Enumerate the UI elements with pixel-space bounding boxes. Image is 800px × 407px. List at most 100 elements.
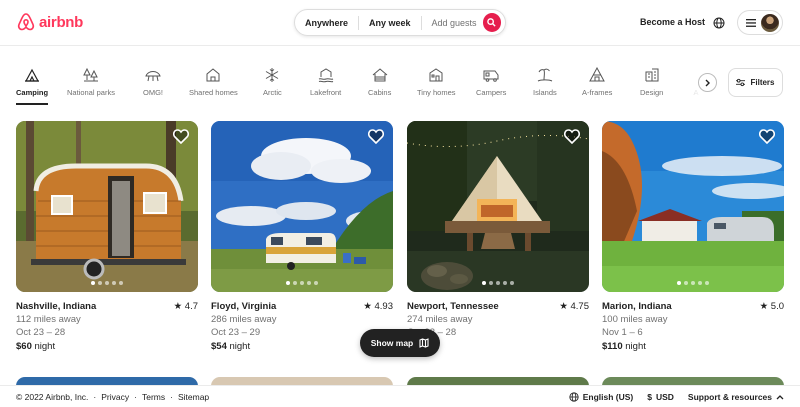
sitemap-link[interactable]: Sitemap (178, 392, 209, 402)
copyright: © 2022 Airbnb, Inc. (16, 392, 89, 402)
show-map-button[interactable]: Show map (360, 329, 440, 357)
listing-card[interactable]: Marion, Indiana ★ 5.0 100 miles away Nov… (602, 121, 784, 353)
filters-icon (736, 78, 746, 87)
listing-photo[interactable] (602, 121, 784, 292)
listing-distance: 100 miles away (602, 314, 668, 325)
star-icon: ★ (173, 301, 183, 312)
become-host-link[interactable]: Become a Host (640, 17, 705, 27)
chevron-right-icon (705, 79, 710, 86)
category-label: OMG! (143, 88, 163, 97)
category-bar: Camping National parks OMG! Shared homes… (0, 47, 800, 109)
listing-location: Marion, Indiana (602, 301, 672, 312)
camper-icon (483, 70, 499, 82)
cabin-icon (372, 68, 387, 82)
photo-dots (91, 281, 123, 285)
listing-photo[interactable] (407, 121, 589, 292)
listing-rating: ★ 4.93 (363, 301, 393, 312)
category-next-button[interactable] (698, 73, 717, 92)
filters-label: Filters (750, 78, 775, 87)
support-label: Support & resources (687, 392, 772, 402)
listing-dates: Nov 1 – 6 (602, 327, 643, 338)
footer-separator: · (134, 392, 137, 402)
snowflake-icon (266, 68, 279, 82)
globe-icon (569, 392, 579, 402)
privacy-link[interactable]: Privacy (101, 392, 129, 402)
wishlist-heart-icon[interactable] (367, 129, 385, 149)
photo-dots (482, 281, 514, 285)
category-national-parks[interactable]: National parks (67, 67, 115, 97)
category-label: Design (640, 88, 664, 97)
listing-photo[interactable] (211, 121, 393, 292)
category-label: A-frames (582, 88, 613, 97)
listing-card[interactable]: Floyd, Virginia ★ 4.93 286 miles away Oc… (211, 121, 393, 353)
terms-link[interactable]: Terms (142, 392, 165, 402)
search-where[interactable]: Anywhere (295, 18, 358, 28)
listing-dates: Oct 23 – 28 (16, 327, 66, 338)
category-cabins[interactable]: Cabins (368, 67, 391, 97)
category-arctic[interactable]: Arctic (263, 67, 282, 97)
listing-rating: ★ 4.75 (559, 301, 589, 312)
search-guests[interactable]: Add guests (421, 18, 482, 28)
support-button[interactable]: Support & resources (688, 392, 784, 402)
lakefront-icon (318, 68, 333, 83)
listing-distance: 274 miles away (407, 314, 473, 325)
photo-dots (677, 281, 709, 285)
logo-text: airbnb (39, 13, 84, 31)
listing-location: Nashville, Indiana (16, 301, 97, 312)
category-tiny-homes[interactable]: Tiny homes (417, 67, 456, 97)
photo-dots (286, 281, 318, 285)
listing-card[interactable]: Nashville, Indiana ★ 4.7 112 miles away … (16, 121, 198, 353)
category-a-frames[interactable]: A-frames (582, 67, 612, 97)
listing-image (211, 121, 393, 292)
menu-icon (746, 18, 756, 27)
listing-photo[interactable] (16, 121, 198, 292)
shared-homes-icon (206, 68, 220, 82)
listing-distance: 112 miles away (16, 314, 81, 325)
star-icon: ★ (759, 301, 769, 312)
user-menu-button[interactable] (737, 10, 783, 35)
listing-rating: ★ 4.7 (173, 301, 198, 312)
category-lakefront[interactable]: Lakefront (310, 67, 341, 97)
filters-button[interactable]: Filters (728, 68, 783, 97)
wishlist-heart-icon[interactable] (758, 129, 776, 149)
avatar (761, 13, 779, 32)
airbnb-logo[interactable]: airbnb (16, 12, 83, 32)
listing-distance: 286 miles away (211, 314, 277, 325)
airbnb-logo-icon (17, 13, 35, 31)
a-frame-icon (589, 67, 606, 82)
currency-label: USD (655, 392, 674, 402)
omg-icon (145, 71, 161, 82)
listing-price: $110 night (602, 341, 646, 352)
search-when[interactable]: Any week (359, 18, 421, 28)
search-button[interactable] (482, 13, 501, 32)
design-icon (645, 68, 659, 82)
category-camping[interactable]: Camping (16, 67, 49, 105)
footer: © 2022 Airbnb, Inc. · Privacy · Terms · … (0, 385, 800, 407)
category-shared-homes[interactable]: Shared homes (189, 67, 238, 97)
star-icon: ★ (559, 301, 568, 312)
footer-separator: · (170, 392, 173, 402)
listing-rating: ★ 5.0 (759, 301, 784, 312)
listing-image (602, 121, 784, 292)
category-campers[interactable]: Campers (476, 67, 506, 97)
camping-icon (25, 68, 40, 82)
category-label: Camping (16, 88, 49, 97)
category-omg[interactable]: OMG! (143, 67, 163, 97)
search-bar[interactable]: Anywhere Any week Add guests (294, 9, 506, 36)
island-icon (537, 68, 553, 82)
category-islands[interactable]: Islands (533, 67, 557, 97)
category-label: Tiny homes (417, 88, 456, 97)
language-label: English (US) (582, 392, 634, 402)
currency-button[interactable]: $ USD (647, 392, 674, 402)
tiny-home-icon (429, 68, 443, 82)
footer-separator: · (93, 392, 97, 402)
wishlist-heart-icon[interactable] (563, 129, 581, 149)
globe-icon[interactable] (713, 16, 725, 34)
listing-card[interactable]: Newport, Tennessee ★ 4.75 274 miles away… (407, 121, 589, 353)
wishlist-heart-icon[interactable] (172, 129, 190, 149)
category-design[interactable]: Design (640, 67, 663, 97)
category-label: Lakefront (310, 88, 342, 97)
language-button[interactable]: English (US) (569, 392, 634, 402)
chevron-up-icon (776, 395, 784, 400)
category-label: Shared homes (189, 88, 238, 97)
